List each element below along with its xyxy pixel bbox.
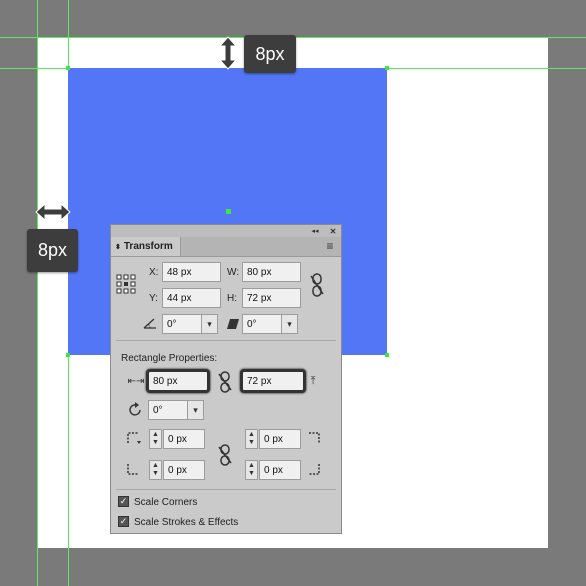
panel-menu-icon[interactable]: ≡ [323,239,337,253]
anchor-point-top-left[interactable] [66,66,70,70]
angle-dropdown-chevron-down-icon[interactable]: ▾ [201,314,218,334]
unlink-rect-dimensions-icon[interactable] [218,371,232,393]
center-point[interactable] [226,209,231,214]
section-divider-2 [116,489,336,490]
vertical-double-arrow-icon [218,36,238,70]
x-label: X: [149,267,159,278]
scale-strokes-label: Scale Strokes & Effects [134,517,239,528]
rect-height-icon: ⤒ [310,374,316,387]
corner-bl-stepper[interactable]: ▲ ▼ [149,460,162,480]
corner-type-bottom-left-icon[interactable] [126,462,142,476]
corner-type-top-right-icon[interactable] [307,431,323,445]
panel-title-bar[interactable]: ◂◂ ✕ [111,225,341,237]
top-gap-badge: 8px [244,35,296,73]
corner-type-top-left-icon[interactable] [126,431,142,445]
reference-point-icon[interactable] [116,274,136,294]
anchor-point-top-right[interactable] [385,66,389,70]
shear-input[interactable]: 0° [242,314,282,334]
rect-rotate-icon [129,402,141,416]
rectangle-properties-heading: Rectangle Properties: [121,353,218,364]
horizontal-double-arrow-icon [35,202,71,222]
h-input[interactable]: 72 px [242,288,301,308]
corner-tl-stepper[interactable]: ▲ ▼ [149,429,162,449]
left-gap-badge: 8px [27,229,78,272]
rect-angle-input[interactable]: 0° [148,400,188,420]
corner-type-bottom-right-icon[interactable] [307,462,323,476]
tab-transform[interactable]: ⬍ Transform [111,237,181,256]
unlink-corners-icon[interactable] [218,444,232,466]
panel-tab-bar: ⬍ Transform ≡ [111,237,341,257]
rotate-angle-icon [143,318,156,329]
shear-dropdown-chevron-down-icon[interactable]: ▾ [281,314,298,334]
collapse-icon[interactable]: ◂◂ [309,225,321,237]
unlink-proportions-icon[interactable] [310,273,324,297]
rect-angle-dropdown-chevron-down-icon[interactable]: ▾ [187,400,204,420]
guide-vertical-left[interactable] [37,0,38,586]
corner-tr-input[interactable]: 0 px [259,429,301,449]
anchor-point-bottom-left[interactable] [66,353,70,357]
corner-bl-input[interactable]: 0 px [163,460,205,480]
transform-panel: ◂◂ ✕ ⬍ Transform ≡ X: 48 px W: 80 px Y: … [110,224,342,534]
corner-tr-stepper[interactable]: ▲ ▼ [245,429,258,449]
angle-input[interactable]: 0° [162,314,202,334]
anchor-point-bottom-right[interactable] [385,353,389,357]
corner-br-input[interactable]: 0 px [259,460,301,480]
y-input[interactable]: 44 px [162,288,221,308]
rect-width-input[interactable]: 80 px [146,369,210,393]
scale-corners-label: Scale Corners [134,497,198,508]
tab-transform-label: Transform [123,241,173,252]
section-divider [116,340,336,341]
w-input[interactable]: 80 px [242,262,301,282]
y-label: Y: [149,293,158,304]
corner-tl-input[interactable]: 0 px [163,429,205,449]
shear-icon [227,319,239,329]
tab-toggle-icon: ⬍ [115,243,121,251]
x-input[interactable]: 48 px [162,262,221,282]
scale-corners-checkbox[interactable]: ✓ [118,496,129,507]
rect-height-input[interactable]: 72 px [240,369,306,393]
rect-width-icon: ⇤⇥ [127,375,145,387]
scale-strokes-checkbox[interactable]: ✓ [118,516,129,527]
corner-br-stepper[interactable]: ▲ ▼ [245,460,258,480]
w-label: W: [227,267,240,278]
close-icon[interactable]: ✕ [327,225,339,237]
h-label: H: [227,293,237,304]
